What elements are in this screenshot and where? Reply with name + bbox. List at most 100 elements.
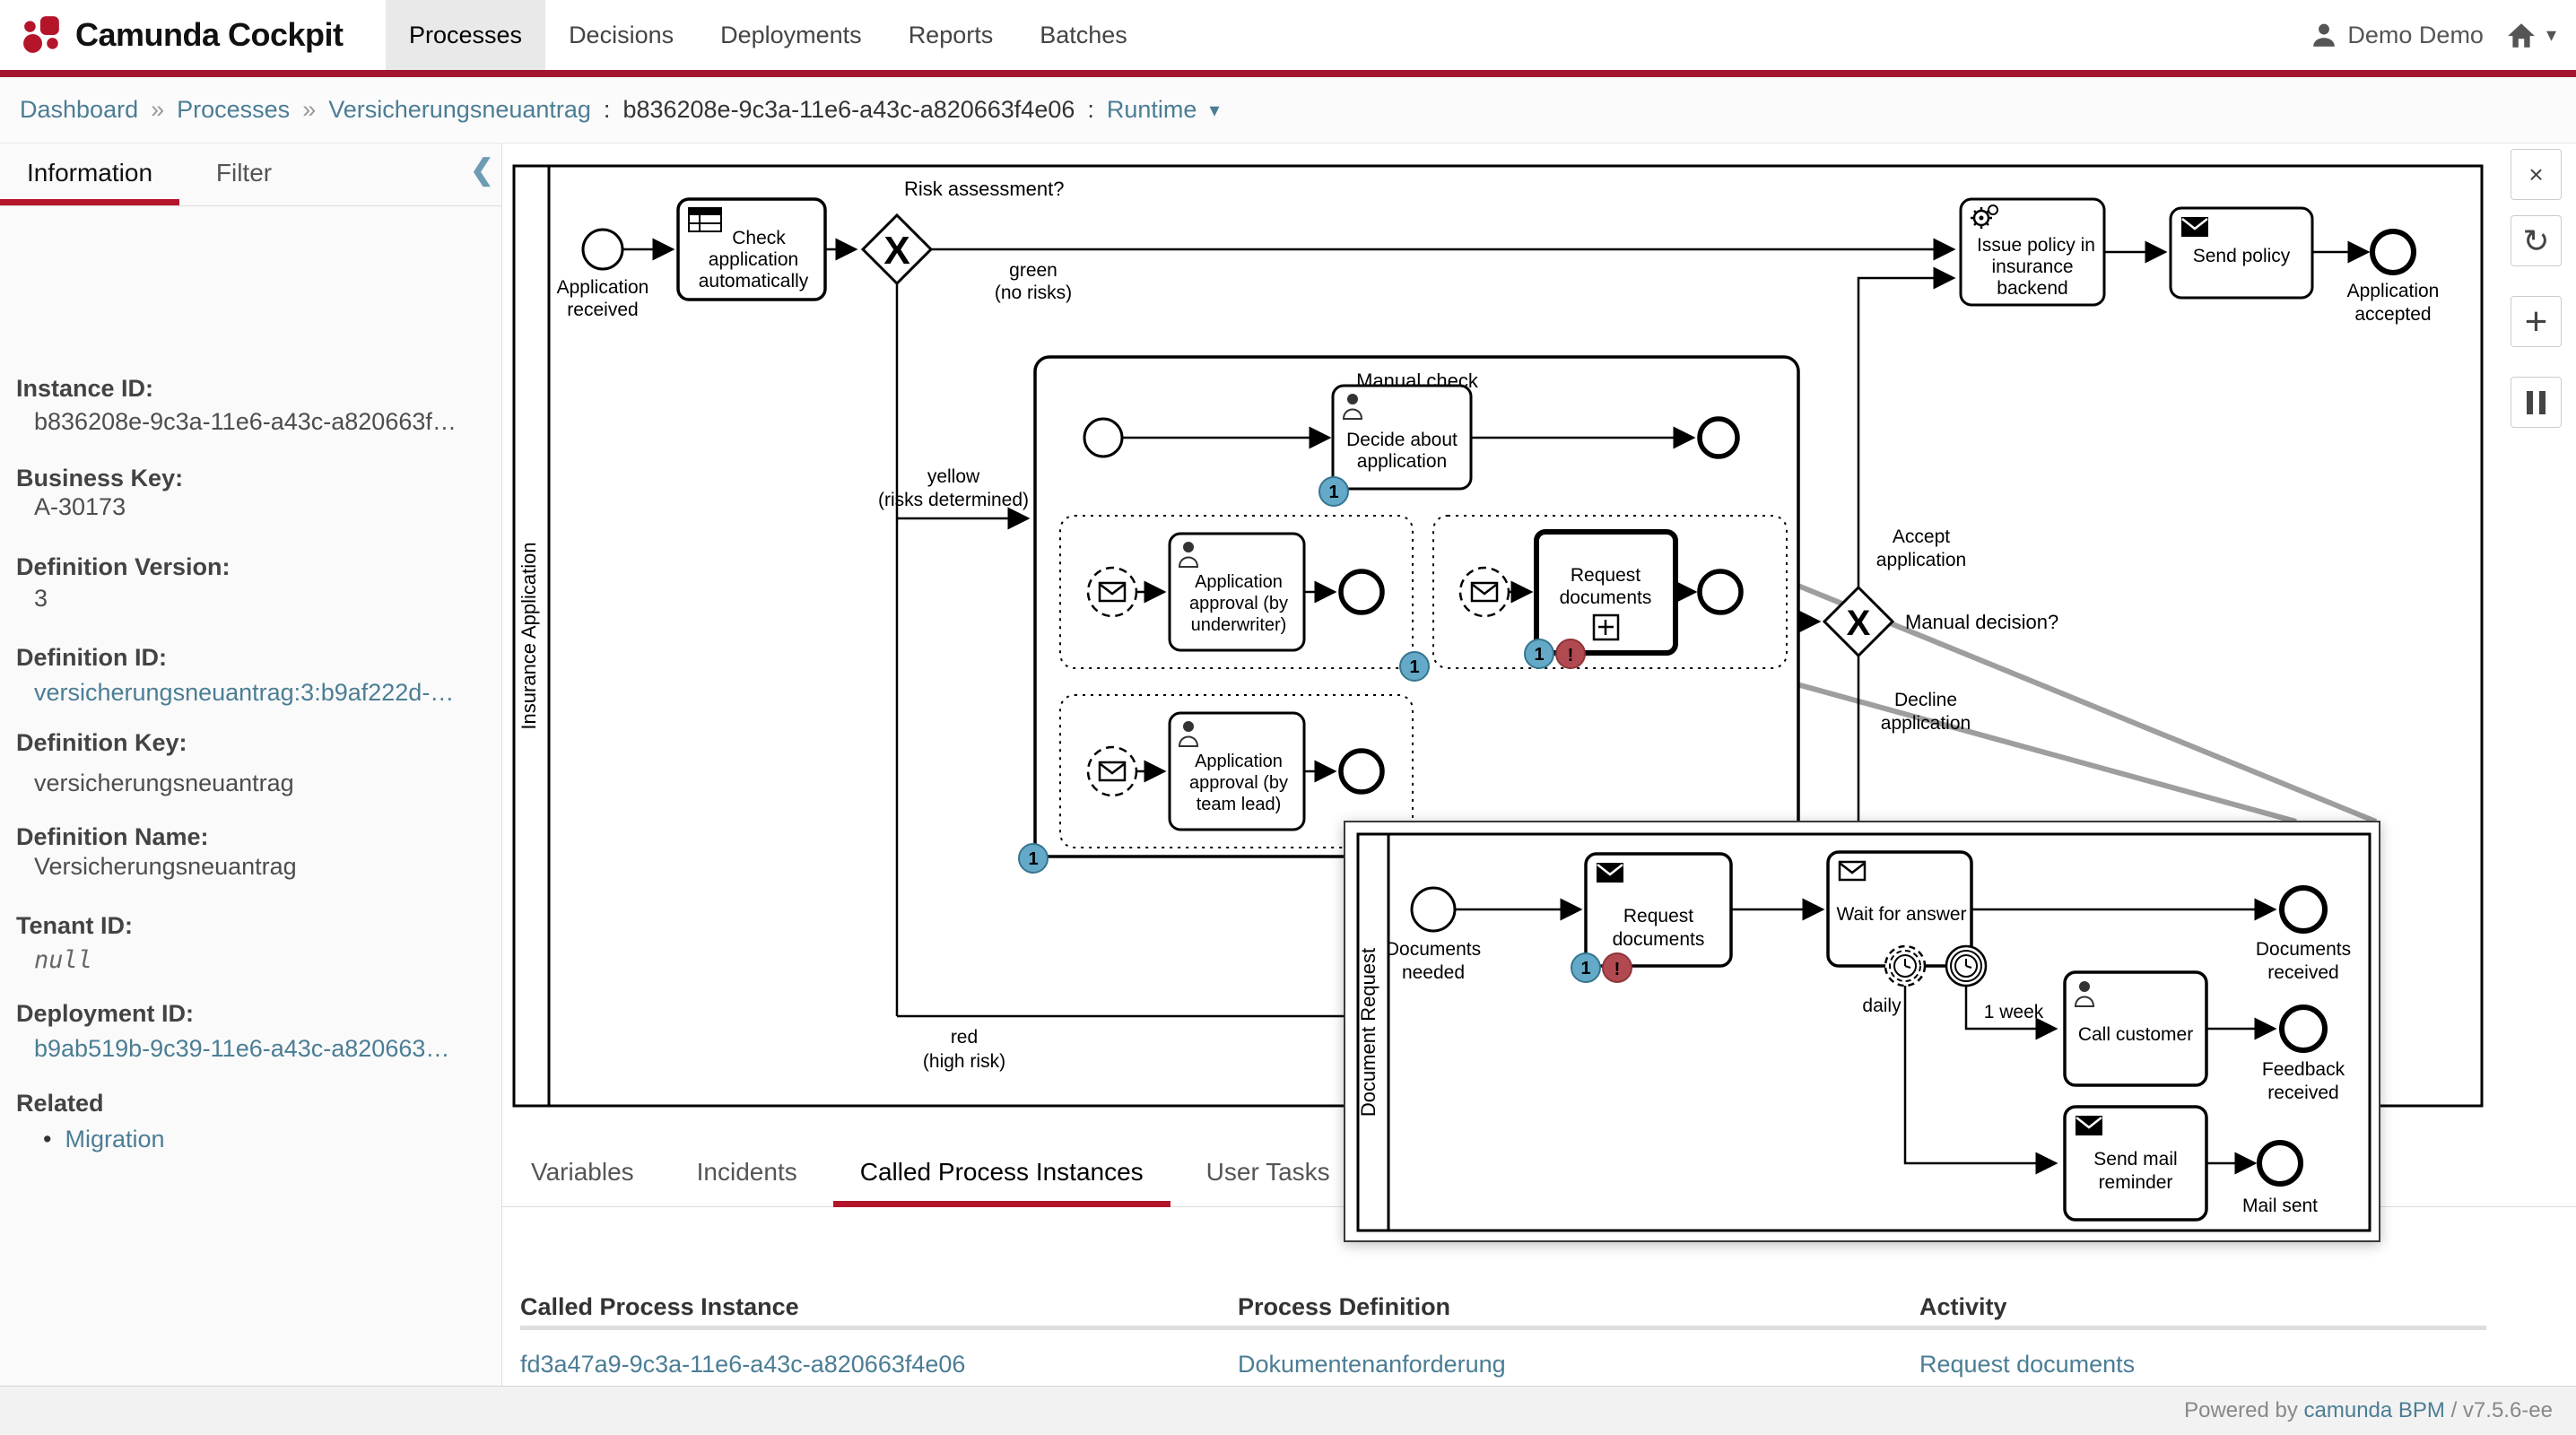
- field-label-definition-id: Definition ID:: [16, 644, 167, 672]
- message-start-event[interactable]: [1088, 747, 1136, 796]
- breadcrumb-process-definition[interactable]: Versicherungsneuantrag: [328, 96, 591, 124]
- home-icon[interactable]: [2507, 22, 2536, 48]
- breadcrumb-view-runtime[interactable]: Runtime: [1107, 96, 1197, 124]
- flow-label-decline: application: [1881, 713, 1971, 734]
- start-event-label: needed: [1402, 962, 1465, 983]
- nav-reports[interactable]: Reports: [885, 0, 1017, 70]
- end-event-manual-check[interactable]: [1700, 419, 1737, 457]
- user-icon: [2311, 22, 2337, 48]
- end-event-feedback-received[interactable]: [2282, 1007, 2325, 1050]
- boundary-timer-week[interactable]: [1946, 946, 1986, 986]
- table-row-definition-link[interactable]: Dokumentenanforderung: [1238, 1351, 1506, 1378]
- pool-label: Insurance Application: [518, 542, 540, 729]
- main-nav: Processes Decisions Deployments Reports …: [386, 0, 1151, 70]
- gateway-manual-decision[interactable]: [1824, 587, 1893, 656]
- task-send-policy[interactable]: [2171, 208, 2312, 298]
- brand[interactable]: Camunda Cockpit: [22, 0, 344, 70]
- start-event-documents-needed[interactable]: [1412, 888, 1455, 931]
- task-label: Send mail: [2093, 1149, 2177, 1170]
- badge-incident: !: [1568, 646, 1574, 665]
- close-button[interactable]: ×: [2511, 149, 2562, 200]
- column-header-process-definition: Process Definition: [1238, 1293, 1450, 1321]
- tab-user-tasks[interactable]: User Tasks: [1179, 1137, 1357, 1207]
- field-value-deployment-id[interactable]: b9ab519b-9c39-11e6-a43c-a820663…: [34, 1035, 449, 1063]
- task-approval-teamlead[interactable]: [1170, 713, 1304, 830]
- task-label: Issue policy in: [1977, 235, 2095, 256]
- start-event-label: received: [567, 300, 638, 320]
- task-check-application[interactable]: [678, 199, 825, 300]
- end-event[interactable]: [1341, 571, 1382, 613]
- boundary-timer-daily[interactable]: [1885, 946, 1925, 986]
- tab-incidents[interactable]: Incidents: [670, 1137, 824, 1207]
- subprocess-manual-check[interactable]: [1035, 357, 1798, 857]
- end-event-documents-received[interactable]: [2282, 888, 2325, 931]
- nav-deployments[interactable]: Deployments: [697, 0, 885, 70]
- badge-count: 1: [1028, 849, 1038, 869]
- task-label: Request: [1571, 565, 1640, 586]
- start-event-manual-check[interactable]: [1084, 419, 1122, 457]
- timer-label-week: 1 week: [1984, 1002, 2044, 1022]
- nav-processes[interactable]: Processes: [386, 0, 545, 70]
- activity-instance-badge: [1019, 844, 1048, 873]
- task-label: application: [1357, 451, 1447, 472]
- start-event-application-received[interactable]: [583, 230, 622, 269]
- message-start-event[interactable]: [1460, 568, 1509, 616]
- task-label: Application: [1195, 752, 1283, 771]
- table-row-instance-link[interactable]: fd3a47a9-9c3a-11e6-a43c-a820663f4e06: [520, 1351, 965, 1378]
- nav-batches[interactable]: Batches: [1016, 0, 1151, 70]
- task-issue-policy[interactable]: [1961, 199, 2104, 305]
- user-name[interactable]: Demo Demo: [2347, 22, 2484, 49]
- end-event-application-accepted[interactable]: [2372, 231, 2414, 273]
- breadcrumb-processes[interactable]: Processes: [177, 96, 290, 124]
- related-heading: Related: [16, 1090, 104, 1118]
- breadcrumb-separator: »: [151, 96, 164, 124]
- footer-camunda-link[interactable]: camunda BPM: [2304, 1398, 2445, 1422]
- end-event-label: Documents: [2256, 939, 2351, 960]
- field-label-definition-key: Definition Key:: [16, 729, 187, 757]
- breadcrumb-dashboard[interactable]: Dashboard: [20, 96, 138, 124]
- badge-count: 1: [1580, 959, 1590, 978]
- field-value-definition-id[interactable]: versicherungsneuantrag:3:b9af222d-…: [34, 679, 454, 707]
- pause-icon: [2527, 391, 2546, 414]
- end-event[interactable]: [1341, 751, 1382, 792]
- field-label-definition-version: Definition Version:: [16, 553, 231, 581]
- gateway-x-icon: X: [883, 229, 909, 273]
- tab-filter[interactable]: Filter: [190, 144, 298, 205]
- instance-info-sidebar: Information Filter Instance ID: b836208e…: [0, 144, 502, 1386]
- task-label: documents: [1613, 929, 1705, 950]
- table-header-separator: [520, 1326, 2486, 1330]
- task-label: Request: [1623, 906, 1693, 926]
- top-navbar: Camunda Cockpit Processes Decisions Depl…: [0, 0, 2576, 70]
- home-caret-icon[interactable]: ▾: [2546, 23, 2556, 47]
- zoom-in-button[interactable]: +: [2511, 296, 2562, 347]
- field-label-business-key: Business Key:: [16, 465, 183, 492]
- sidebar-collapse-button[interactable]: ❮: [470, 152, 494, 187]
- task-label: application: [709, 249, 798, 270]
- camunda-cockpit-page: Camunda Cockpit Processes Decisions Depl…: [0, 0, 2576, 1435]
- refresh-button[interactable]: ↻: [2511, 215, 2562, 266]
- tab-called-process-instances[interactable]: Called Process Instances: [833, 1137, 1171, 1207]
- activity-instance-badge: [1319, 477, 1348, 506]
- related-migration-link[interactable]: Migration: [65, 1126, 164, 1152]
- table-row-activity-link[interactable]: Request documents: [1919, 1351, 2135, 1378]
- message-start-event[interactable]: [1088, 568, 1136, 616]
- suspend-button[interactable]: [2511, 377, 2562, 428]
- task-decide-about-application[interactable]: [1333, 386, 1471, 489]
- tab-variables[interactable]: Variables: [504, 1137, 661, 1207]
- task-label: approval (by: [1189, 594, 1288, 613]
- runtime-caret-icon[interactable]: ▾: [1209, 99, 1219, 122]
- call-activity-request-documents[interactable]: [1536, 532, 1675, 653]
- flow-label-green: green: [1009, 260, 1057, 281]
- start-event-label: Documents: [1386, 939, 1481, 960]
- field-value-definition-name: Versicherungsneuantrag: [34, 853, 297, 881]
- breadcrumb-colon: :: [1087, 96, 1094, 124]
- badge-count: 1: [1328, 483, 1338, 502]
- nav-decisions[interactable]: Decisions: [545, 0, 697, 70]
- footer: Powered by camunda BPM / v7.5.6-ee: [0, 1386, 2576, 1435]
- end-event-mail-sent[interactable]: [2259, 1143, 2301, 1184]
- flow-label-green: (no risks): [995, 283, 1072, 303]
- tab-information[interactable]: Information: [0, 144, 179, 205]
- gateway-risk-assessment[interactable]: [863, 215, 931, 283]
- task-approval-underwriter[interactable]: [1170, 534, 1304, 650]
- end-event[interactable]: [1700, 571, 1741, 613]
